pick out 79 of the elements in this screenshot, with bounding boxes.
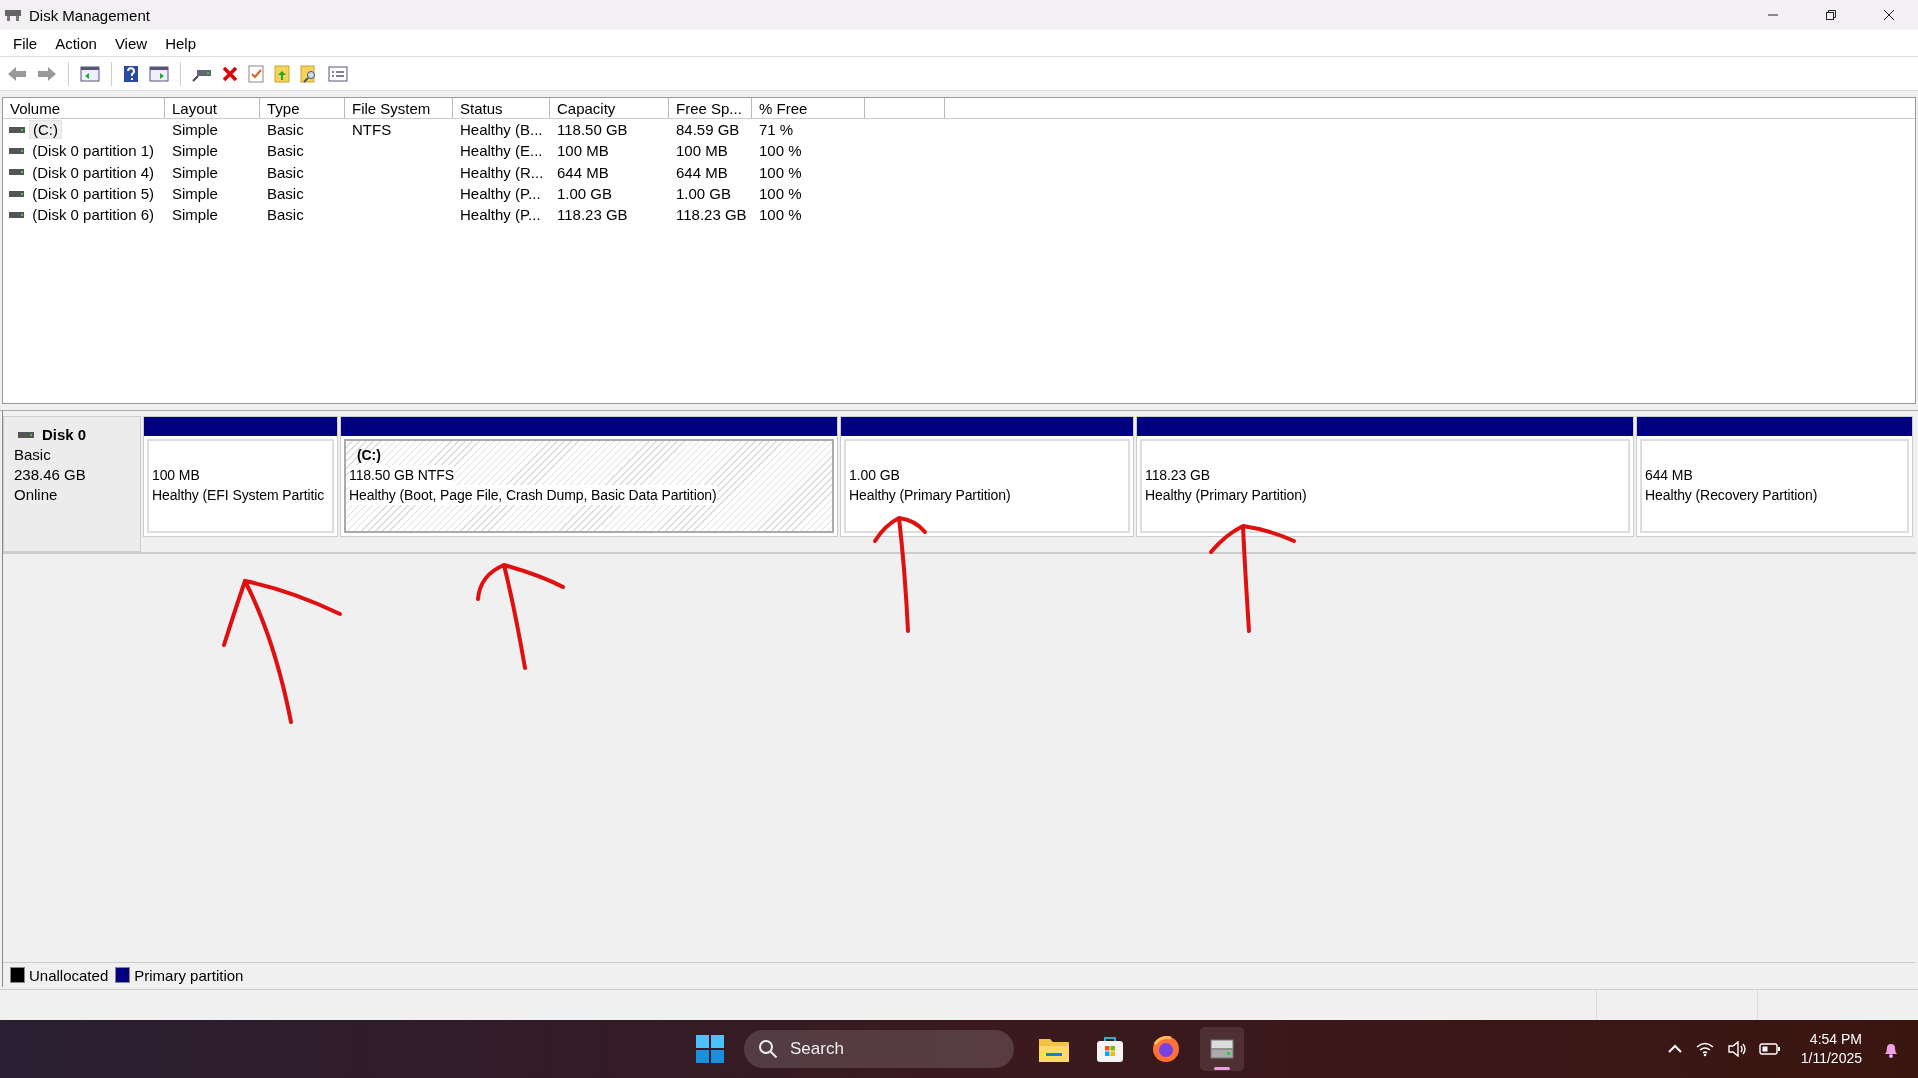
table-cell: Simple [172, 142, 218, 160]
partition-block[interactable]: 1.00 GB Healthy (Primary Partition) [840, 416, 1134, 537]
disk-icon [4, 7, 22, 23]
drive-icon [9, 189, 25, 198]
volume-icon[interactable] [1726, 1041, 1747, 1057]
drive-icon [9, 210, 25, 219]
table-cell: Basic [267, 163, 304, 181]
table-cell: NTFS [352, 121, 392, 139]
drive-icon [9, 146, 25, 155]
legend-label: Unallocated [29, 966, 109, 984]
panel-icon[interactable] [147, 63, 171, 84]
disk-size: 238.46 GB [14, 465, 87, 485]
partition-block[interactable]: 644 MB Healthy (Recovery Partition) [1636, 416, 1913, 537]
folder-up-icon[interactable] [272, 62, 292, 85]
disk-info-panel[interactable]: Disk 0 Basic 238.46 GB Online [3, 416, 141, 552]
table-cell: Simple [172, 185, 218, 203]
table-cell: Simple [172, 121, 218, 139]
disk-status: Online [14, 485, 59, 505]
table-cell: Healthy (P... [460, 206, 541, 224]
clock[interactable]: 4:54 PM 1/11/2025 [1800, 1030, 1862, 1068]
table-cell[interactable]: (C:) [29, 120, 62, 140]
chevron-up-icon[interactable] [1666, 1044, 1683, 1054]
table-cell: Healthy (R... [460, 163, 544, 181]
table-cell: Simple [172, 163, 218, 181]
table-cell: Healthy (E... [460, 142, 543, 160]
search-icon [758, 1039, 778, 1059]
table-cell[interactable]: (Disk 0 partition 4) [28, 162, 158, 182]
wifi-icon[interactable] [1694, 1041, 1715, 1057]
table-cell: 100 % [759, 163, 802, 181]
table-cell: 118.50 GB [557, 121, 628, 139]
table-cell: 100 % [759, 142, 802, 160]
table-cell: 644 MB [557, 163, 609, 181]
partition-size: 118.50 GB NTFS [349, 465, 454, 485]
table-cell: 100 % [759, 185, 802, 203]
partition-status: Healthy (Boot, Page File, Crash Dump, Basic Data Partition) [349, 485, 717, 505]
search-box[interactable]: Search [744, 1030, 1014, 1068]
panel-icon[interactable] [78, 63, 102, 84]
table-cell: 644 MB [676, 163, 728, 181]
table-cell[interactable]: (Disk 0 partition 1) [28, 141, 158, 161]
partition-label: (C:) [356, 446, 382, 465]
table-cell: 118.23 GB [557, 206, 628, 224]
partition-block[interactable]: 118.23 GB Healthy (Primary Partition) [1136, 416, 1634, 537]
restore-icon [1825, 9, 1837, 21]
menu-item[interactable]: File [4, 32, 47, 54]
partition-block[interactable]: (C:) 118.50 GB NTFS Healthy (Boot, Page File, Crash Dump, Basic Data Partition) [340, 416, 838, 537]
disk-name: Disk 0 [42, 425, 87, 445]
table-cell: 1.00 GB [557, 185, 613, 203]
table-cell: 100 % [759, 206, 802, 224]
table-cell: Basic [267, 121, 304, 139]
menu-item[interactable]: View [105, 32, 157, 54]
table-cell: 118.23 GB [676, 206, 747, 224]
partition-block[interactable]: 100 MB Healthy (EFI System Partitic [143, 416, 338, 537]
table-cell[interactable]: (Disk 0 partition 6) [28, 205, 158, 225]
menu-item[interactable]: Action [46, 32, 106, 54]
close-icon [1883, 9, 1895, 21]
drive-icon [9, 125, 25, 134]
table-cell: Healthy (B... [460, 121, 543, 139]
disk-type: Basic [14, 445, 52, 465]
table-cell: 100 MB [676, 142, 728, 160]
disk-drive-icon[interactable] [1200, 1027, 1244, 1071]
checklist-icon[interactable] [246, 62, 266, 85]
list-icon[interactable] [326, 63, 350, 84]
search-field[interactable]: Search [788, 1038, 992, 1060]
drive-icon [9, 168, 25, 177]
battery-icon[interactable] [1758, 1042, 1781, 1056]
table-cell: Basic [267, 206, 304, 224]
table-cell[interactable]: (Disk 0 partition 5) [28, 184, 158, 204]
table-cell: 1.00 GB [676, 185, 732, 203]
table-cell: 71 % [759, 121, 794, 139]
table-cell: Simple [172, 206, 218, 224]
drive-icon [18, 431, 34, 439]
table-cell: Basic [267, 185, 304, 203]
table-cell: Healthy (P... [460, 185, 541, 203]
table-cell: Basic [267, 142, 304, 160]
legend-label: Primary partition [134, 966, 244, 984]
table-cell: 84.59 GB [676, 121, 740, 139]
menu-item[interactable]: Help [156, 32, 205, 54]
table-cell: 100 MB [557, 142, 609, 160]
window-title: Disk Management [29, 6, 150, 24]
